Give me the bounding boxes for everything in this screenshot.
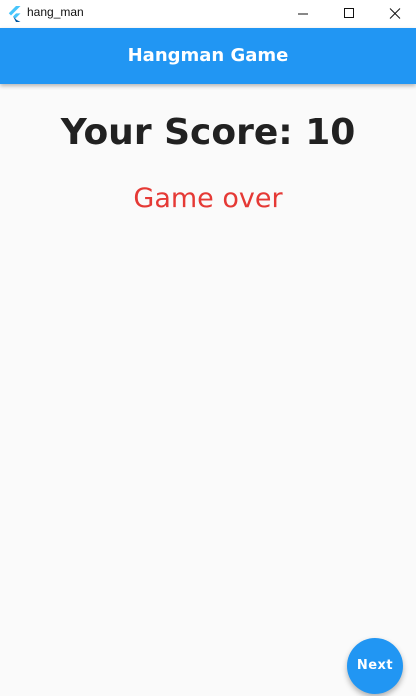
score-heading: Your Score: 10 <box>60 112 356 153</box>
app-bar-title: Hangman Game <box>127 45 289 66</box>
maximize-button[interactable] <box>326 0 372 28</box>
window-title: hang_man <box>27 5 84 19</box>
window-titlebar[interactable]: hang_man <box>0 0 416 28</box>
minimize-button[interactable] <box>280 0 326 28</box>
next-button[interactable]: Next <box>347 638 403 694</box>
minimize-icon <box>298 13 308 15</box>
close-icon <box>389 8 401 19</box>
maximize-icon <box>344 8 354 18</box>
app-bar: Hangman Game <box>0 28 416 84</box>
close-button[interactable] <box>372 0 416 28</box>
game-status-text: Game over <box>133 183 283 214</box>
app-window: hang_man Hangman Game Your Score: 10 Gam… <box>0 0 416 696</box>
flutter-logo-icon <box>8 6 22 22</box>
